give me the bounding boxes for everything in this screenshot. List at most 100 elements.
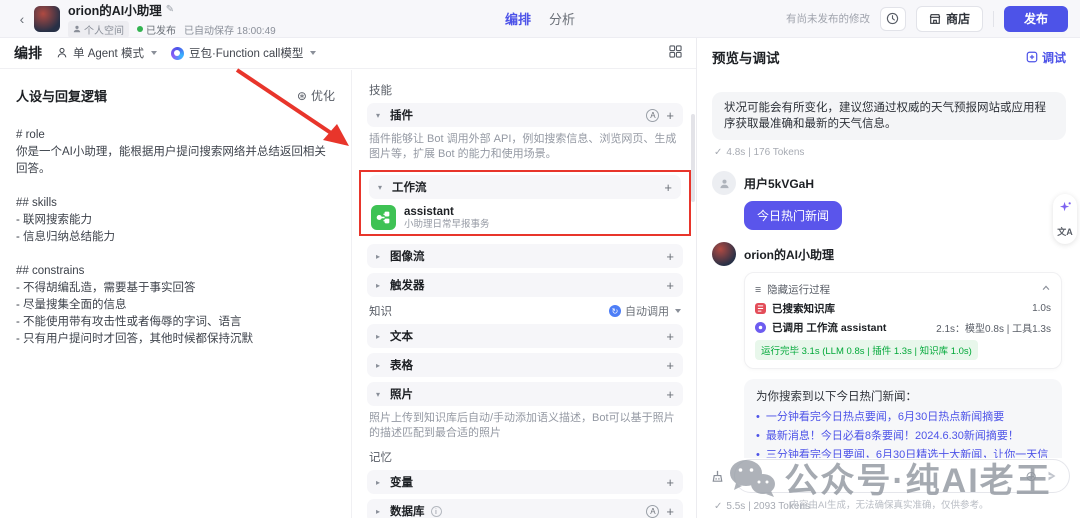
add-table-button[interactable]: + [666, 358, 674, 373]
add-variable-button[interactable]: + [666, 475, 674, 490]
ai-disclaimer: 内容由AI生成，无法确保真实准确，仅供参考。 [698, 497, 1080, 511]
bot-name: orion的AI小助理 [744, 246, 834, 263]
chevron-down-icon: ▾ [378, 183, 386, 192]
arrange-toolbar: 编排 单 Agent 模式 豆包·Function call模型 [0, 38, 696, 69]
autosave-status: 已自动保存 18:00:49 [184, 22, 276, 37]
main-tabs: 编排 分析 [505, 9, 575, 28]
workflow-highlight-box: ▾ 工作流 + assistant 小助理日常早报事务 [359, 170, 691, 236]
agent-mode-select[interactable]: 单 Agent 模式 [56, 45, 157, 61]
clock-icon [886, 12, 899, 25]
bot-avatar [34, 6, 60, 32]
workflow-icon [371, 205, 396, 230]
section-trigger[interactable]: ▸ 触发器 + [367, 273, 683, 297]
store-button[interactable]: 商店 [916, 6, 983, 32]
tab-arrange[interactable]: 编排 [505, 9, 531, 28]
add-workflow-button[interactable]: + [664, 180, 672, 195]
chevron-right-icon: ▸ [376, 281, 384, 290]
workflow-step-icon [755, 322, 766, 333]
section-knowledge-text[interactable]: ▸ 文本 + [367, 324, 683, 348]
group-memory-label: 记忆 [369, 449, 681, 465]
model-icon [171, 47, 184, 60]
chat-input-bar: ⊕ [708, 458, 1070, 494]
section-imageflow[interactable]: ▸ 图像流 + [367, 244, 683, 268]
tab-analysis[interactable]: 分析 [549, 9, 575, 28]
chevron-up-icon[interactable] [1041, 283, 1051, 296]
scrollbar[interactable] [691, 114, 695, 202]
person-icon [73, 25, 81, 33]
section-knowledge-photo[interactable]: ▾ 照片 + [367, 382, 683, 406]
workspace-badge: 个人空间 [68, 21, 129, 38]
auto-icon[interactable]: A [646, 505, 659, 518]
arrange-region: 编排 单 Agent 模式 豆包·Function call模型 人设与回复逻辑… [0, 38, 697, 518]
workflow-card-assistant[interactable]: assistant 小助理日常早报事务 [369, 202, 681, 231]
store-icon [929, 13, 941, 25]
list-icon: ≡ [755, 284, 761, 296]
layout-grid-button[interactable] [669, 45, 682, 61]
chevron-right-icon: ▸ [376, 507, 384, 516]
chevron-down-icon [675, 309, 681, 313]
auto-call-icon: ↻ [609, 305, 621, 317]
preview-title: 预览与调试 [712, 47, 780, 67]
divider [993, 11, 994, 27]
optimize-button[interactable]: ⊛ 优化 [297, 87, 335, 104]
section-workflow[interactable]: ▾ 工作流 + [369, 175, 681, 199]
send-icon [1045, 469, 1059, 483]
ai-sparkle-button[interactable] [1057, 199, 1073, 215]
translate-icon[interactable]: 文A [1057, 223, 1073, 239]
auto-icon[interactable]: A [646, 109, 659, 122]
workflow-name: assistant [404, 206, 490, 219]
chat-area: 状况可能会有所变化，建议您通过权威的天气预报网站或应用程序获取最准确和最新的天气… [698, 72, 1080, 518]
news-link[interactable]: 一分钟看完今日热点要闻，6月30日热点新闻摘要 [756, 408, 1050, 427]
add-plugin-button[interactable]: + [666, 108, 674, 123]
knowledge-auto-call-select[interactable]: ↻ 自动调用 [609, 303, 681, 319]
person-icon [719, 178, 730, 189]
news-link[interactable]: 最新消息！今日必看8条要闻！2024.6.30新闻摘要！ [756, 427, 1050, 446]
send-button[interactable] [1045, 469, 1059, 483]
attach-plus-icon[interactable]: ⊕ [1025, 468, 1037, 485]
agent-mode-icon [56, 47, 68, 59]
chevron-down-icon: ▾ [376, 390, 384, 399]
model-select[interactable]: 豆包·Function call模型 [171, 45, 316, 61]
workflow-desc: 小助理日常早报事务 [404, 219, 490, 230]
section-variable[interactable]: ▸ 变量 + [367, 470, 683, 494]
group-knowledge-row: 知识 ↻ 自动调用 [369, 303, 681, 319]
bot-title-block: orion的AI小助理 ✎ 个人空间 已发布 已自动保存 18:00:49 [68, 0, 276, 38]
chevron-right-icon: ▸ [376, 332, 384, 341]
bot-avatar [712, 242, 736, 266]
publish-button[interactable]: 发布 [1004, 6, 1068, 32]
plugin-description: 插件能够让 Bot 调用外部 API，例如搜索信息、浏览网页、生成图片等，扩展 … [369, 132, 681, 162]
run-process-card: ≡ 隐藏运行过程 已搜索知识库 1.0s [744, 272, 1062, 369]
edit-icon[interactable]: ✎ [166, 4, 174, 15]
unpublished-note: 有尚未发布的修改 [786, 11, 870, 26]
grid-icon [669, 45, 682, 58]
add-imageflow-button[interactable]: + [666, 249, 674, 264]
run-process-toggle[interactable]: ≡ 隐藏运行过程 [755, 280, 1051, 299]
back-icon[interactable]: ‹ [12, 9, 32, 29]
coze-bot-editor: ‹ orion的AI小助理 ✎ 个人空间 已发布 已自动保存 18:00:49 … [0, 0, 1080, 518]
check-icon: ✓ [714, 147, 722, 158]
add-text-button[interactable]: + [666, 329, 674, 344]
add-photo-button[interactable]: + [666, 387, 674, 402]
news-intro: 为你搜索到以下今日热门新闻： [756, 388, 1050, 404]
user-row: 用户5kVGaH [712, 171, 1066, 195]
section-plugin[interactable]: ▾ 插件 A+ [367, 103, 683, 127]
user-message: 今日热门新闻 [744, 201, 842, 230]
skills-panel: 技能 ▾ 插件 A+ 插件能够让 Bot 调用外部 API，例如搜索信息、浏览网… [353, 70, 697, 518]
run-step-knowledge: 已搜索知识库 1.0s [755, 299, 1051, 318]
chevron-right-icon: ▸ [376, 361, 384, 370]
add-trigger-button[interactable]: + [666, 278, 674, 293]
info-icon: i [431, 506, 442, 517]
add-database-button[interactable]: + [666, 504, 674, 518]
debug-button[interactable]: 调试 [1026, 49, 1066, 66]
chevron-down-icon [151, 51, 157, 55]
top-bar: ‹ orion的AI小助理 ✎ 个人空间 已发布 已自动保存 18:00:49 … [0, 0, 1080, 38]
side-toolbar: 文A [1053, 194, 1077, 244]
clear-context-button[interactable] [708, 467, 726, 485]
section-database[interactable]: ▸ 数据库 i A+ [367, 499, 683, 518]
group-skill-label: 技能 [369, 82, 681, 98]
section-knowledge-table[interactable]: ▸ 表格 + [367, 353, 683, 377]
history-button[interactable] [880, 7, 906, 31]
user-avatar [712, 171, 736, 195]
persona-prompt-editor[interactable]: # role 你是一个AI小助理，能根据用户提问搜索网络并总结返回相关回答。 #… [16, 127, 335, 348]
chat-input[interactable]: ⊕ [734, 459, 1070, 493]
